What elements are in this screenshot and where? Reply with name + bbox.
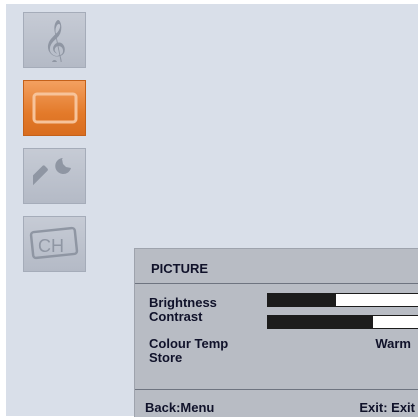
colour-temp-label: Colour Temp bbox=[149, 336, 229, 351]
brightness-level bbox=[268, 294, 336, 306]
wrench-icon bbox=[32, 154, 77, 198]
store-label: Store bbox=[149, 350, 183, 365]
channel-icon: CH bbox=[28, 224, 82, 264]
svg-text:CH: CH bbox=[38, 236, 64, 256]
contrast-label: Contrast bbox=[149, 309, 203, 324]
back-hint: Back:Menu bbox=[145, 400, 215, 415]
side-menu-sound[interactable]: 𝄞 bbox=[23, 12, 86, 68]
contrast-level bbox=[268, 316, 373, 328]
divider bbox=[135, 283, 418, 284]
side-menu-channel[interactable]: CH bbox=[23, 216, 86, 272]
contrast-slider[interactable] bbox=[267, 315, 418, 329]
brightness-label: Brightness bbox=[149, 295, 217, 310]
divider bbox=[135, 389, 418, 390]
svg-text:𝄞: 𝄞 bbox=[43, 20, 67, 62]
music-note-icon: 𝄞 bbox=[33, 18, 77, 62]
colour-temp-value[interactable]: Warm bbox=[375, 337, 411, 351]
brightness-slider[interactable] bbox=[267, 293, 418, 307]
tv-screen-icon bbox=[30, 88, 80, 128]
exit-hint: Exit: Exit bbox=[359, 400, 415, 415]
picture-menu-panel: PICTURE Brightness Contrast Colour Temp … bbox=[134, 248, 418, 417]
tv-screen: 𝄞 CH PICTURE Brightness Contrast Colour … bbox=[6, 4, 418, 417]
panel-title: PICTURE bbox=[151, 261, 209, 276]
side-menu-setup[interactable] bbox=[23, 148, 86, 204]
side-menu-picture[interactable] bbox=[23, 80, 86, 136]
